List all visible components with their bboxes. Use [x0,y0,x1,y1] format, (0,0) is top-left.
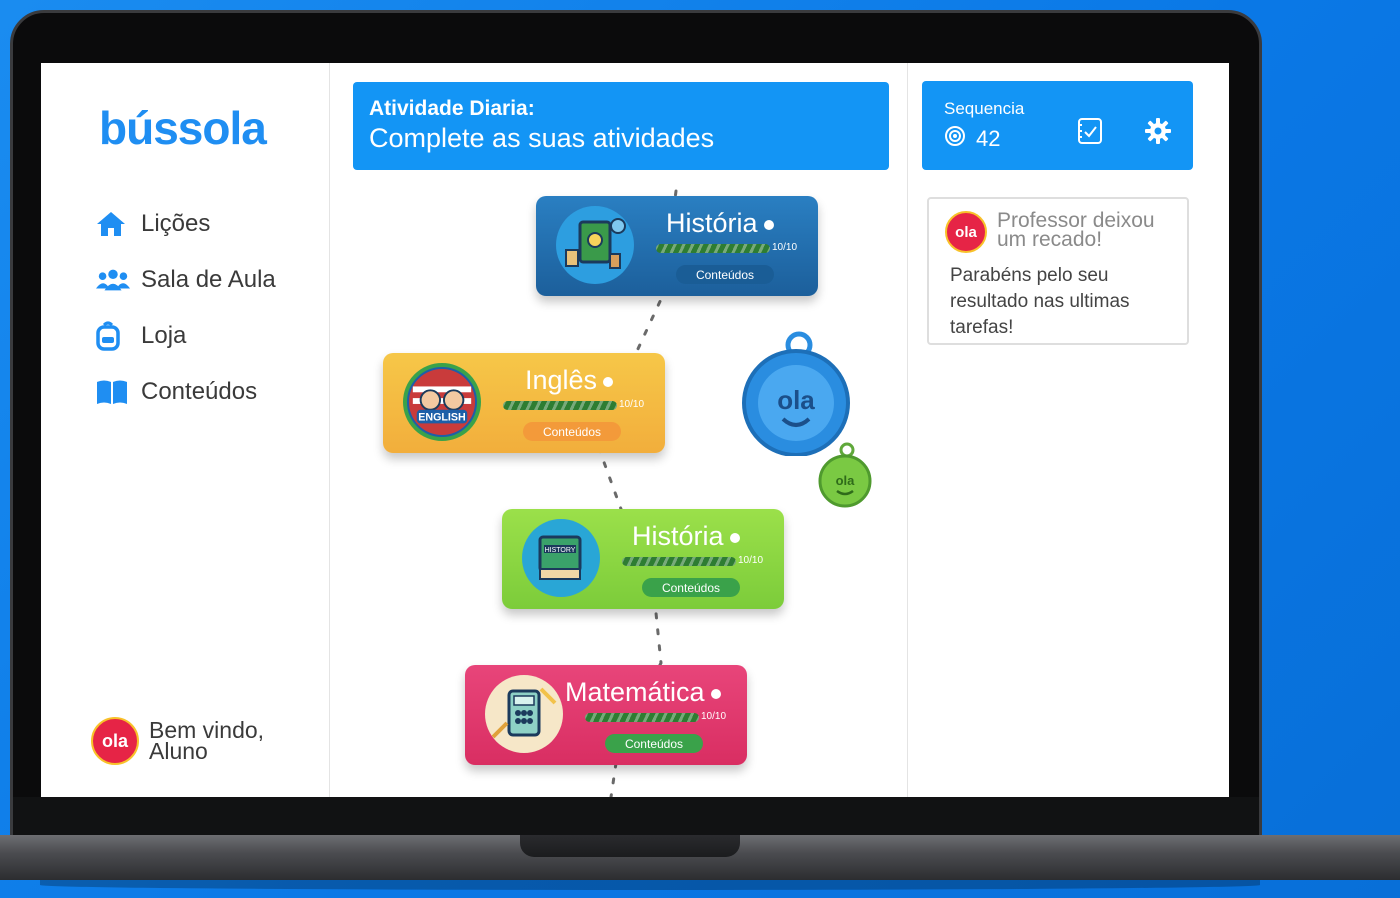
book-icon [95,379,131,405]
check-dot-icon [729,532,740,543]
check-dot-icon [710,688,721,699]
message-body: Parabéns pelo seu resultado nas ultimas … [950,265,1130,338]
sidebar: bússola Lições Sala de Aula Loja Conteúd… [41,63,330,797]
user-name: Aluno [149,738,208,764]
gear-icon[interactable] [1144,117,1172,150]
sticker-text: ola [777,385,815,415]
welcome-text: Bem vindo, Aluno [149,719,264,764]
laptop-notch [520,835,740,857]
contents-button[interactable]: Conteúdos [523,422,621,441]
target-icon [944,125,966,153]
lesson-title-text: Matemática [565,677,705,707]
check-dot-icon [603,376,614,387]
teacher-message-card[interactable]: ola Professor deixou um recado! Parabéns… [927,197,1189,345]
sidebar-item-loja[interactable]: Loja [95,308,276,364]
lesson-progress-bar [503,401,617,410]
streak-value-row: 42 [944,125,1000,153]
app-screen: bússola Lições Sala de Aula Loja Conteúd… [41,63,1229,797]
lesson-path-panel: Atividade Diaria: Complete as suas ativi… [331,63,908,797]
lesson-card-historia-1[interactable]: História 10/10 Conteúdos [536,196,818,296]
math-calculator-icon [485,675,563,753]
laptop-bezel [13,797,1259,835]
teacher-avatar: ola [945,211,987,253]
lesson-progress-count: 10/10 [619,399,645,410]
users-icon [95,267,131,293]
sidebar-item-sala-de-aula[interactable]: Sala de Aula [95,252,276,308]
lesson-progress-bar [622,557,736,566]
lesson-progress-count: 10/10 [738,555,764,566]
svg-text:HISTORY: HISTORY [545,547,576,554]
sidebar-item-label: Loja [141,322,187,349]
streak-label: Sequencia [944,99,1025,118]
sidebar-item-label: Conteúdos [141,378,258,405]
lesson-title-text: Inglês [525,365,598,395]
lesson-card-ingles[interactable]: ENGLISH Inglês 10/10 Conteúdos [383,353,665,453]
sidebar-item-conteudos[interactable]: Conteúdos [95,364,276,420]
history-books-icon [556,206,634,284]
lesson-card-matematica[interactable]: Matemática 10/10 Conteúdos [465,665,747,765]
streak-value: 42 [976,126,1001,151]
contents-button[interactable]: Conteúdos [676,265,774,284]
laptop-shadow [40,880,1260,890]
lesson-progress-bar [585,713,699,722]
welcome-block: ola Bem vindo, Aluno [91,717,264,765]
streak-panel: Sequencia 42 [922,81,1193,170]
contents-button[interactable]: Conteúdos [642,578,740,597]
sidebar-item-licoes[interactable]: Lições [95,196,276,252]
ola-sticker-small: ola [815,441,875,513]
avatar[interactable]: ola [91,717,139,765]
contents-button[interactable]: Conteúdos [605,734,703,753]
english-badge-icon: ENGLISH [403,363,481,441]
sidebar-nav: Lições Sala de Aula Loja Conteúdos [95,196,276,420]
app-logo[interactable]: bússola [99,101,267,155]
lesson-card-historia-2[interactable]: HISTORY História 10/10 Conteúdos [502,509,784,609]
lesson-progress-count: 10/10 [772,242,798,253]
sticker-text: ola [836,473,856,488]
home-icon [95,210,131,238]
lesson-title-text: História [666,208,758,238]
svg-text:ENGLISH: ENGLISH [418,411,466,423]
check-dot-icon [763,219,774,230]
lesson-title: História [666,208,774,239]
backpack-icon [95,321,131,351]
task-list-icon[interactable] [1077,117,1103,150]
lesson-title: Matemática [565,677,721,708]
lesson-progress-count: 10/10 [701,711,727,722]
lesson-title: Inglês [525,365,614,396]
history-book-icon: HISTORY [522,519,600,597]
message-heading: Professor deixou um recado! [997,209,1155,251]
lesson-title-text: História [632,521,724,551]
right-panel: Sequencia 42 ola Professor deixou um rec… [909,63,1229,797]
lesson-progress-bar [656,244,770,253]
sidebar-item-label: Sala de Aula [141,266,276,293]
sidebar-item-label: Lições [141,210,211,237]
lesson-title: História [632,521,740,552]
